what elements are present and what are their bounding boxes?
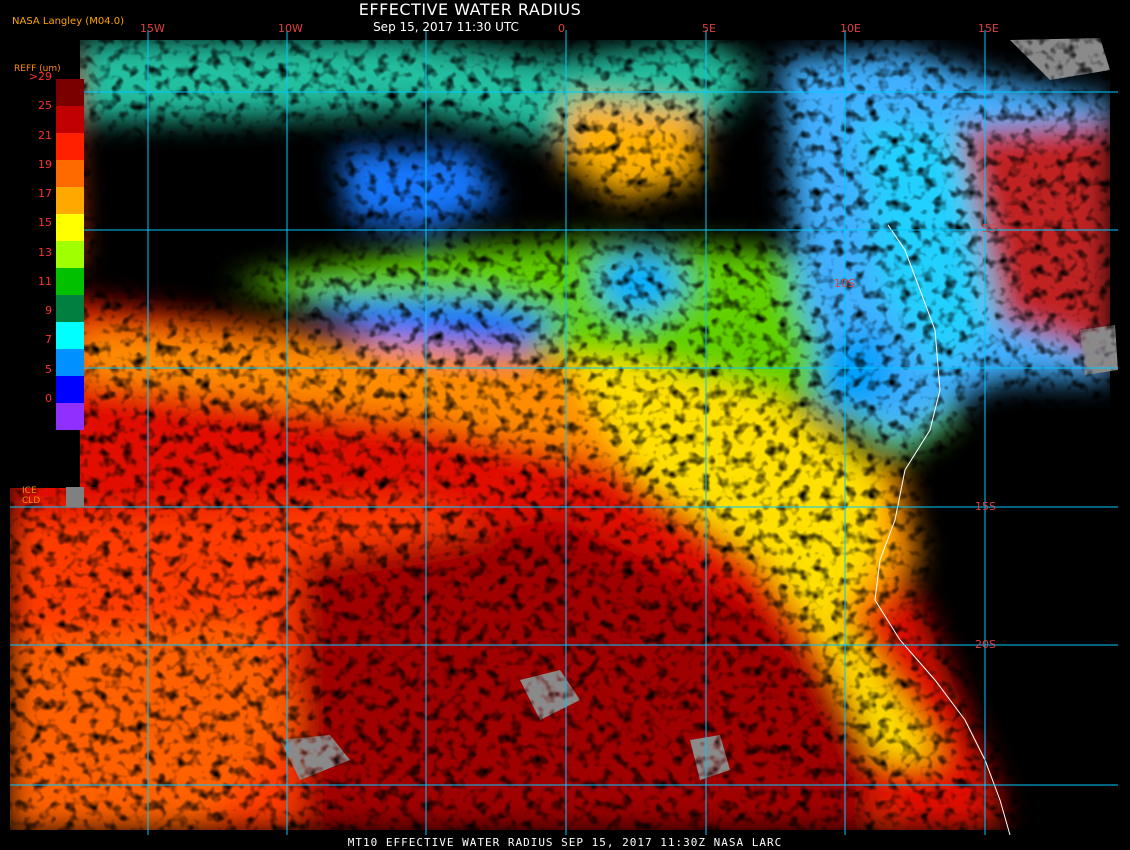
- lon-label-15e: 15E: [978, 22, 999, 35]
- legend-swatch: [56, 403, 84, 430]
- legend-tick-label: 7: [45, 333, 52, 347]
- footer-caption: MT10 EFFECTIVE WATER RADIUS SEP 15, 2017…: [347, 836, 783, 849]
- legend-swatch: [56, 214, 84, 241]
- legend-tick-label: 21: [38, 128, 52, 142]
- producer-credit: NASA Langley (M04.0): [12, 16, 124, 27]
- legend-tick-label: 5: [45, 362, 52, 376]
- legend-tick-label: 17: [38, 187, 52, 200]
- legend-swatch: [56, 322, 84, 349]
- ice-cloud-label-text: ICE CLD: [22, 486, 41, 506]
- cloud-effective-radius-map: [0, 0, 1130, 850]
- color-legend: REFF (um) >29 25 21 19 17 15 13 11 9 7 5 0 ICE CLD: [10, 36, 84, 507]
- legend-swatch: [56, 349, 84, 376]
- legend-tick-label: 19: [38, 157, 52, 171]
- legend-tick-label: 13: [38, 245, 52, 259]
- legend-tick-label: 0: [45, 391, 52, 405]
- legend-swatch: [56, 160, 84, 187]
- legend-swatch: [56, 376, 84, 403]
- lat-label-5s: 5S: [982, 222, 996, 235]
- legend-swatch: [56, 79, 84, 106]
- legend-swatch: [56, 187, 84, 214]
- legend-swatch: [56, 241, 84, 268]
- lat-label-15s: 15S: [975, 500, 996, 513]
- ice-cloud-swatch: [66, 487, 84, 507]
- legend-tick-label: 9: [45, 304, 52, 317]
- lat-label-20s: 20S: [975, 638, 996, 651]
- legend-swatch: [56, 106, 84, 133]
- legend-tick-label: >29: [28, 70, 52, 83]
- legend-swatch: [56, 133, 84, 160]
- lat-label-10s: 10S: [834, 277, 855, 290]
- ice-cloud-label: ICE CLD: [22, 486, 40, 506]
- legend-tick-label: 25: [38, 99, 52, 113]
- legend-tick-label: 11: [38, 274, 52, 288]
- legend-swatch: [56, 295, 84, 322]
- map-title: EFFECTIVE WATER RADIUS: [358, 0, 582, 19]
- legend-swatch: [56, 268, 84, 295]
- map-timestamp: Sep 15, 2017 11:30 UTC: [373, 20, 519, 34]
- legend-tick-label: 15: [38, 216, 52, 230]
